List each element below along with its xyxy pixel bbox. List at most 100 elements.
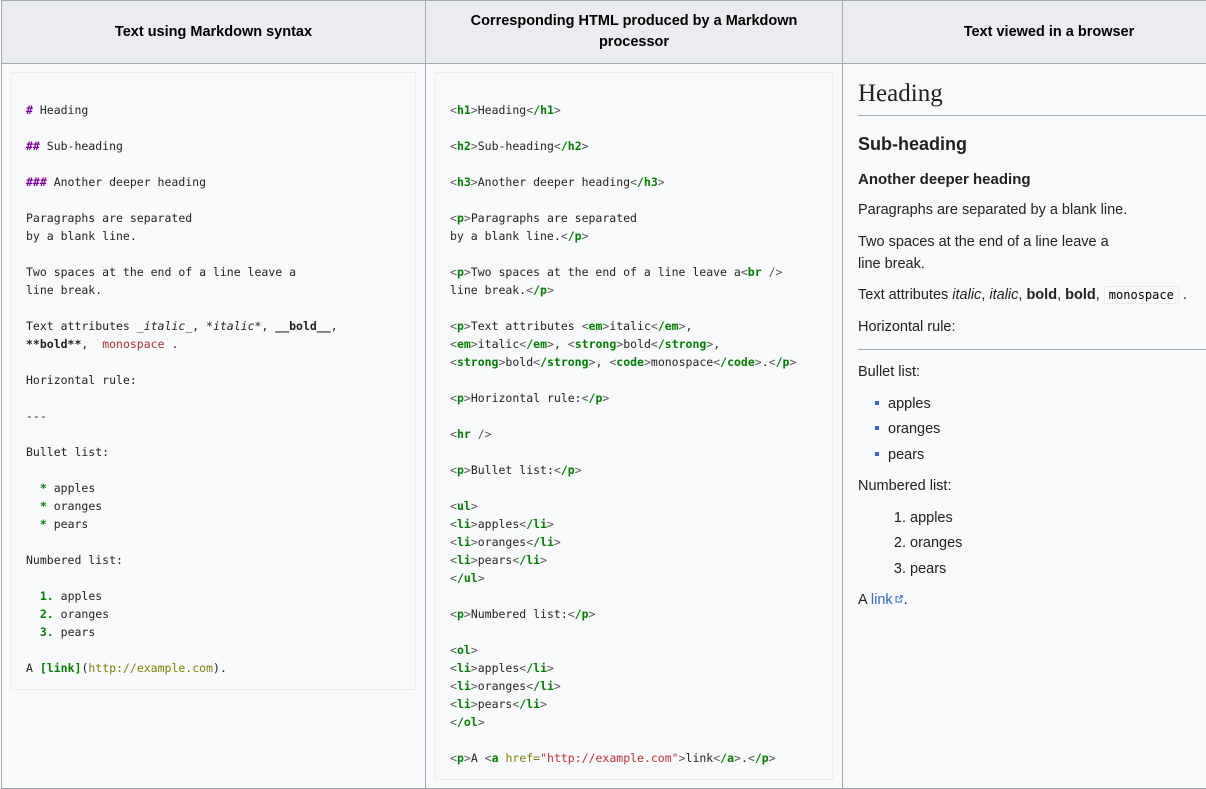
- rendered-bold-2: bold: [1065, 287, 1096, 303]
- html-line-ol-li2: <li>oranges</li>: [450, 677, 818, 695]
- column-header-browser-view: Text viewed in a browser: [843, 1, 1206, 64]
- rendered-h1: Heading: [858, 78, 1206, 116]
- html-tag-p-close: /p: [568, 229, 582, 243]
- html-line-ol-open: <ol>: [450, 641, 818, 659]
- md-line-numbered-label: Numbered list:: [26, 551, 401, 569]
- html-period: .: [741, 751, 748, 765]
- html-line-ul-close: </ul>: [450, 569, 818, 587]
- html-italic-word: italic: [478, 337, 520, 351]
- html-numbered-label: Numbered list:: [471, 607, 568, 621]
- html-blank-line: [450, 245, 818, 263]
- md-bullet-marker: *: [40, 499, 47, 513]
- cell-html-source: <h1>Heading</h1><h2>Sub-heading</h2><h3>…: [426, 64, 843, 789]
- html-comma: ,: [554, 337, 568, 351]
- html-comma: ,: [686, 319, 700, 333]
- html-tag-li-close: /li: [526, 661, 547, 675]
- md-blank-line: [26, 533, 401, 551]
- rendered-p2-line2: line break.: [858, 256, 925, 272]
- md-line-para1b: by a blank line.: [26, 227, 401, 245]
- html-period: .: [762, 355, 769, 369]
- html-tag-strong-close: /strong: [540, 355, 588, 369]
- html-line-h3: <h3>Another deeper heading</h3>: [450, 173, 818, 191]
- rendered-italic-1: italic: [952, 287, 981, 303]
- html-italic-word: italic: [609, 319, 651, 333]
- html-line-attrs-b: <em>italic</em>, <strong>bold</strong>,: [450, 335, 818, 353]
- html-tag-p-close: /p: [776, 355, 790, 369]
- html-line-p2b: line break.</p>: [450, 281, 818, 299]
- md-line-para1a: Paragraphs are separated: [26, 209, 401, 227]
- html-br-slash: /: [762, 265, 776, 279]
- rendered-numbered-label: Numbered list:: [858, 475, 1206, 497]
- list-item: apples: [910, 507, 1206, 529]
- html-link-prefix: A: [471, 751, 485, 765]
- html-blank-line: [450, 443, 818, 461]
- md-link-url: http://example.com: [88, 661, 213, 675]
- rendered-horizontal-rule: [858, 349, 1206, 350]
- md-italic-underscore: _italic_: [137, 319, 192, 333]
- html-p1-line2: by a blank line.: [450, 229, 561, 243]
- external-link[interactable]: link: [871, 592, 904, 608]
- rendered-link-paragraph: A link.: [858, 589, 1206, 611]
- column-header-html-output: Corresponding HTML produced by a Markdow…: [426, 1, 843, 64]
- html-tag-p-close: /p: [575, 607, 589, 621]
- md-blank-line: [26, 425, 401, 443]
- html-tag-h1-open: h1: [457, 103, 471, 117]
- html-line-hr-label: <p>Horizontal rule:</p>: [450, 389, 818, 407]
- md-bullet-marker: *: [40, 517, 47, 531]
- html-tag-h1-close: /h1: [533, 103, 554, 117]
- html-blank-line: [450, 119, 818, 137]
- html-line-attrs-a: <p>Text attributes <em>italic</em>,: [450, 317, 818, 335]
- html-blank-line: [450, 191, 818, 209]
- md-line-bullet-1: * apples: [26, 479, 401, 497]
- rendered-sep: ,: [1057, 287, 1065, 303]
- html-blank-line: [450, 155, 818, 173]
- html-tag-em-close: /em: [658, 319, 679, 333]
- rendered-link-prefix: A: [858, 592, 871, 608]
- md-bullet-marker: *: [40, 481, 47, 495]
- html-tag-p-open: p: [457, 391, 464, 405]
- html-hr-label: Horizontal rule:: [471, 391, 582, 405]
- md-link-bracket-open: [: [40, 661, 47, 675]
- html-tag-br: br: [748, 265, 762, 279]
- md-bullet-text: apples: [54, 481, 96, 495]
- html-tag-ul-open: ul: [457, 499, 471, 513]
- md-blank-line: [26, 299, 401, 317]
- rendered-attributes-paragraph: Text attributes italic, italic, bold, bo…: [858, 284, 1206, 306]
- rendered-period: .: [1179, 287, 1187, 303]
- cell-markdown-source: # Heading## Sub-heading### Another deepe…: [2, 64, 426, 789]
- md-bullet-text: oranges: [54, 499, 102, 513]
- rendered-link-period: .: [904, 592, 908, 608]
- md-bold-underscore: __bold__: [275, 319, 330, 333]
- rendered-bullet-list: apples oranges pears: [858, 393, 1206, 466]
- md-blank-line: [26, 569, 401, 587]
- html-li-text: pears: [478, 697, 513, 711]
- html-code-block: <h1>Heading</h1><h2>Sub-heading</h2><h3>…: [435, 72, 833, 780]
- html-line-p1b: by a blank line.</p>: [450, 227, 818, 245]
- md-h3-text: Another deeper heading: [47, 175, 206, 189]
- html-attrs-prefix: Text attributes: [471, 319, 582, 333]
- html-tag-li-open: li: [457, 679, 471, 693]
- md-line-link: A [link](http://example.com).: [26, 659, 401, 677]
- md-line-bullet-3: * pears: [26, 515, 401, 533]
- html-blank-line: [450, 479, 818, 497]
- rendered-sep: ,: [1096, 287, 1104, 303]
- html-p1-line1: Paragraphs are separated: [471, 211, 637, 225]
- html-tag-p-open: p: [457, 319, 464, 333]
- html-line-hr: <hr />: [450, 425, 818, 443]
- list-item: pears: [888, 444, 1206, 466]
- html-tag-a-close: /a: [720, 751, 734, 765]
- html-tag-li-close: /li: [526, 517, 547, 531]
- md-sep: ,: [261, 319, 275, 333]
- html-bold-word: bold: [623, 337, 651, 351]
- md-blank-line: [26, 191, 401, 209]
- html-line-ol-close: </ol>: [450, 713, 818, 731]
- html-tag-p-open: p: [457, 751, 464, 765]
- md-number-marker: 1.: [40, 589, 54, 603]
- md-h2-text: Sub-heading: [40, 139, 123, 153]
- rendered-h3: Another deeper heading: [858, 170, 1206, 190]
- md-link-period: .: [220, 661, 227, 675]
- rendered-output: Heading Sub-heading Another deeper headi…: [852, 72, 1206, 612]
- html-line-ol-li3: <li>pears</li>: [450, 695, 818, 713]
- html-line-attrs-c: <strong>bold</strong>, <code>monospace</…: [450, 353, 818, 371]
- md-italic-star: *italic*: [206, 319, 261, 333]
